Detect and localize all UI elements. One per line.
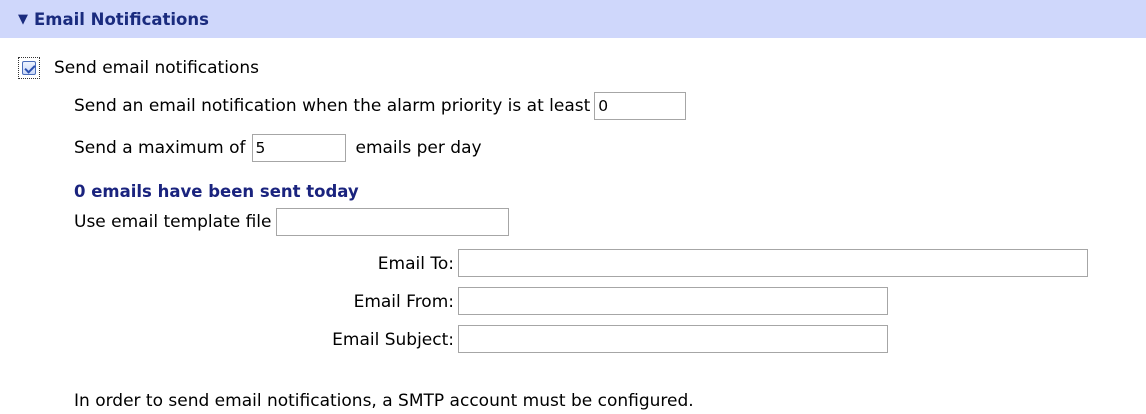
smtp-note-text: In order to send email notifications, a … <box>74 391 694 411</box>
email-subject-input[interactable] <box>458 325 888 353</box>
email-from-label: Email From: <box>353 292 454 312</box>
send-notifications-row: Send email notifications <box>18 57 259 79</box>
priority-input[interactable] <box>594 92 687 120</box>
priority-label: Send an email notification when the alar… <box>74 96 591 116</box>
email-to-label: Email To: <box>377 254 454 274</box>
email-subject-label: Email Subject: <box>332 330 454 350</box>
smtp-note: In order to send email notifications, a … <box>74 391 694 411</box>
emails-sent-status: 0 emails have been sent today <box>74 182 359 201</box>
maximum-label-before: Send a maximum of <box>74 138 246 158</box>
template-label: Use email template file <box>74 212 272 232</box>
send-notifications-checkbox-wrapper[interactable] <box>18 57 40 79</box>
priority-row: Send an email notification when the alar… <box>74 92 687 120</box>
section-header-email-notifications[interactable]: ▼ Email Notifications <box>0 0 1146 38</box>
send-notifications-label[interactable]: Send email notifications <box>54 58 259 78</box>
maximum-row: Send a maximum of emails per day <box>74 134 482 162</box>
template-row: Use email template file <box>74 208 510 236</box>
email-from-input[interactable] <box>458 287 888 315</box>
maximum-emails-input[interactable] <box>251 134 346 162</box>
email-to-input[interactable] <box>458 249 1088 277</box>
section-title: Email Notifications <box>34 9 209 29</box>
maximum-label-after: emails per day <box>355 138 482 158</box>
send-notifications-checkbox[interactable] <box>22 61 36 75</box>
template-file-input[interactable] <box>276 208 510 236</box>
triangle-down-icon[interactable]: ▼ <box>18 13 28 26</box>
